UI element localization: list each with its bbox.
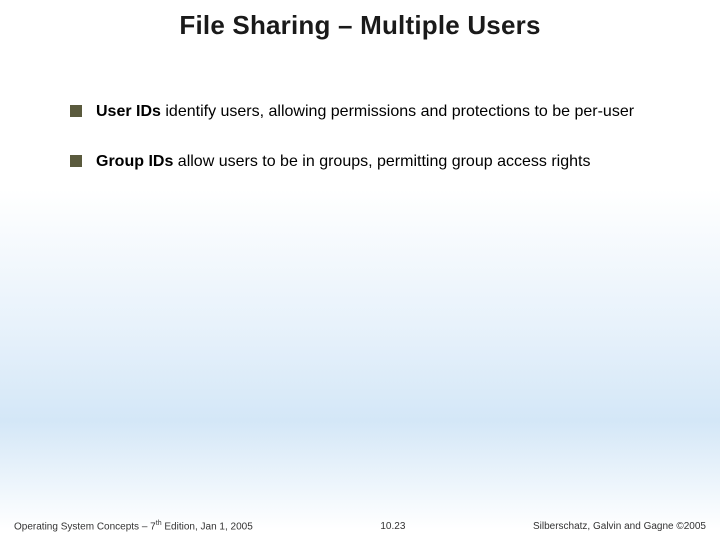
bullet-text: Group IDs allow users to be in groups, p… [96,151,590,173]
slide-content: User IDs identify users, allowing permis… [0,41,720,172]
footer-left-a: Operating System Concepts – 7 [14,521,156,532]
bullet-square-icon [70,155,82,167]
slide-footer: Operating System Concepts – 7th Edition,… [0,520,720,532]
bullet-rest: allow users to be in groups, permitting … [173,153,590,170]
footer-page-number: 10.23 [253,521,533,532]
footer-copyright: Silberschatz, Galvin and Gagne ©2005 [533,521,706,532]
bullet-rest: identify users, allowing permissions and… [161,103,634,120]
bullet-text: User IDs identify users, allowing permis… [96,101,634,123]
footer-left-b: Edition, Jan 1, 2005 [162,521,253,532]
slide-title: File Sharing – Multiple Users [0,0,720,41]
footer-left: Operating System Concepts – 7th Edition,… [14,520,253,532]
list-item: User IDs identify users, allowing permis… [70,101,650,123]
bullet-square-icon [70,105,82,117]
bullet-bold: User IDs [96,103,161,120]
bullet-bold: Group IDs [96,153,173,170]
list-item: Group IDs allow users to be in groups, p… [70,151,650,173]
